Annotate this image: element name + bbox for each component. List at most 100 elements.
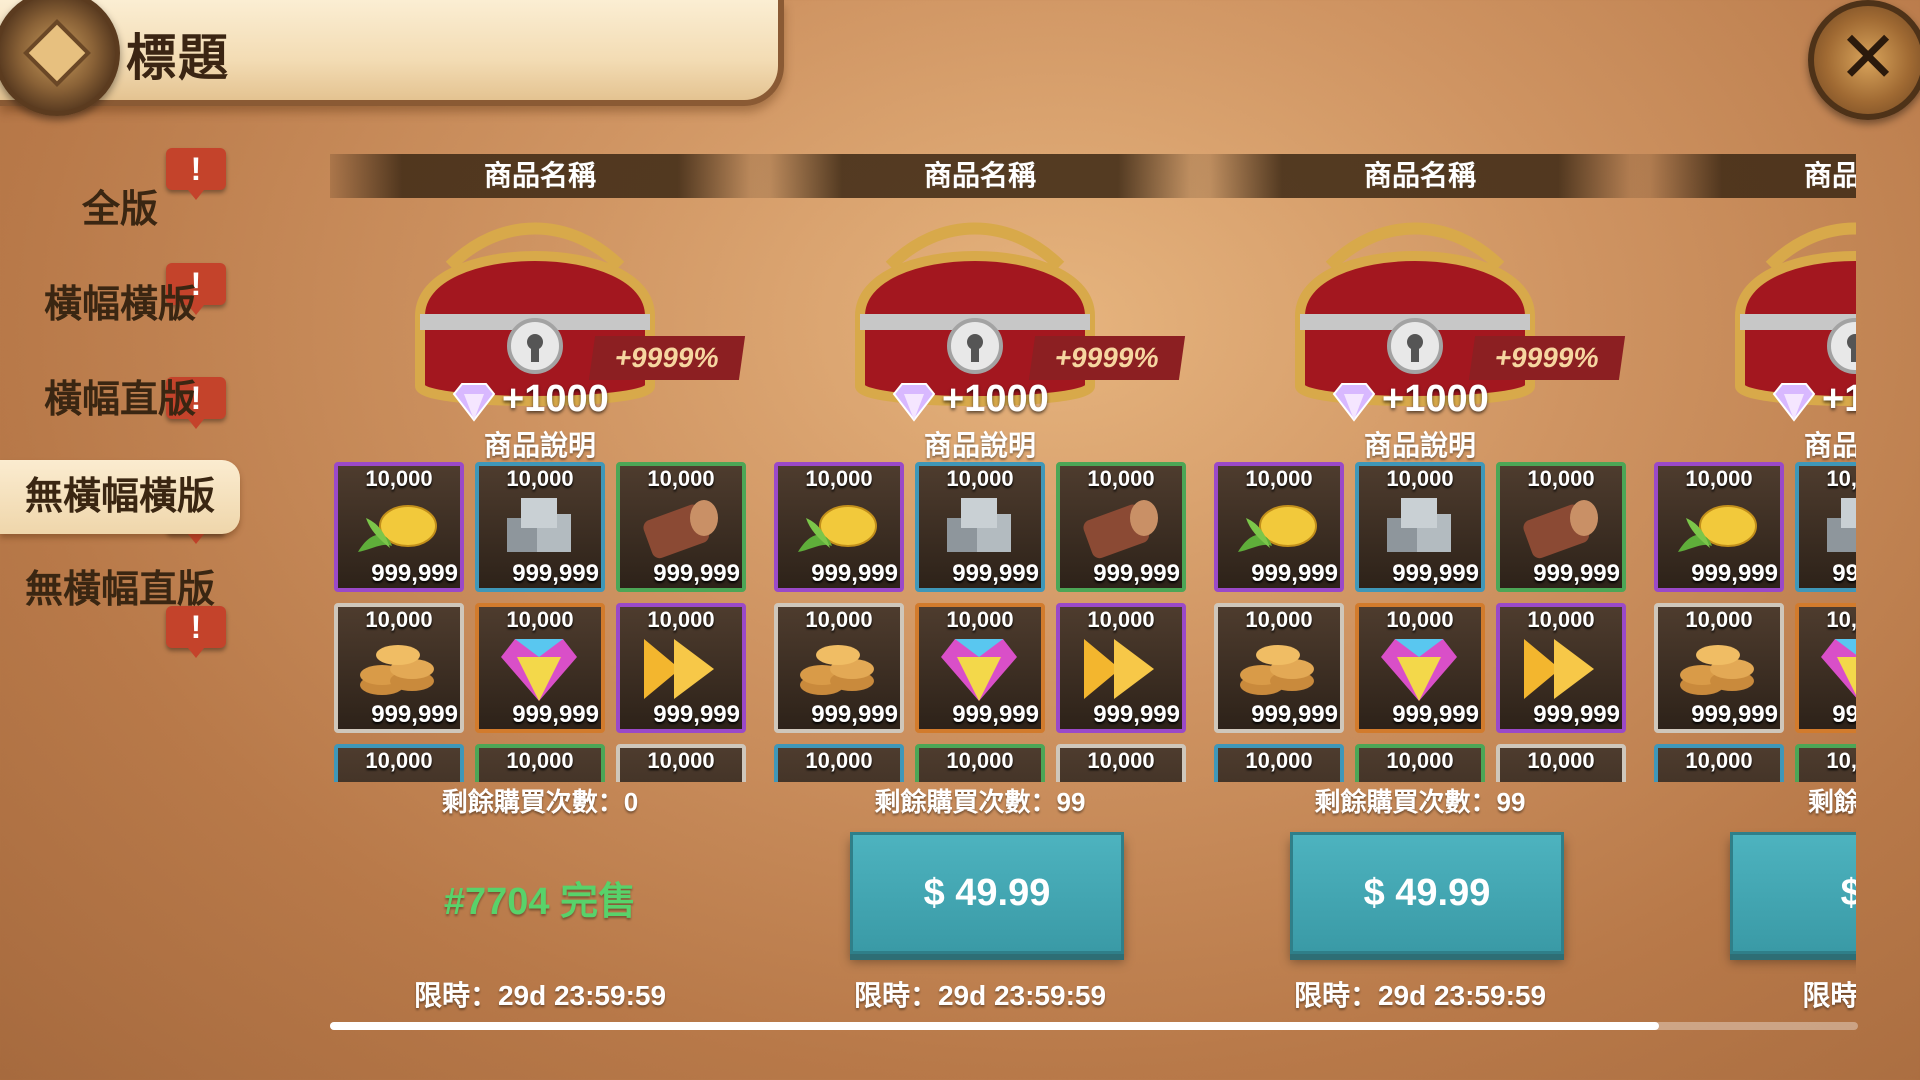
horizontal-scrollbar[interactable] bbox=[330, 1022, 1858, 1030]
item-icon bbox=[1074, 770, 1166, 782]
buy-button[interactable]: $ 49.99 bbox=[1290, 832, 1564, 954]
shop-card-list[interactable]: 商品名稱 +9999% +1000 商品說明 10,000 999,999 10,000 99… bbox=[330, 150, 1856, 1020]
reward-item[interactable]: 10,000999,999 bbox=[1795, 462, 1856, 592]
item-icon bbox=[1514, 770, 1606, 782]
reward-item[interactable]: 10,000 bbox=[774, 744, 904, 782]
title-banner: 標題 bbox=[0, 0, 784, 116]
reward-item[interactable]: 10,000999,999 bbox=[1214, 462, 1344, 592]
corn-icon bbox=[1238, 505, 1317, 552]
item-grid[interactable]: 10,000999,99910,000999,99910,000999,9991… bbox=[1654, 462, 1856, 782]
reward-item[interactable]: 10,000999,999 bbox=[475, 603, 605, 733]
shop-card: 商品名稱 +9999% +1000 商品說明 10,000 999,999 10,000 99… bbox=[1190, 150, 1650, 1011]
item-total: 999,999 bbox=[371, 560, 458, 587]
coins-icon bbox=[1680, 645, 1754, 695]
gem-count-value: +1000 bbox=[942, 378, 1049, 420]
item-total: 999,999 bbox=[811, 560, 898, 587]
rainbow-gem-icon bbox=[1381, 639, 1457, 701]
bonus-badge: +9999% bbox=[588, 336, 746, 380]
item-total: 999,999 bbox=[1691, 701, 1778, 728]
sold-out-label: #7704 完售 bbox=[443, 881, 637, 923]
item-icon bbox=[792, 770, 884, 782]
reward-item[interactable]: 10,000999,999 bbox=[1795, 603, 1856, 733]
reward-item[interactable]: 10,000999,999 bbox=[1496, 603, 1626, 733]
reward-item[interactable]: 10,000 bbox=[475, 744, 605, 782]
reward-item[interactable]: 10,000 bbox=[1654, 744, 1784, 782]
coins-icon bbox=[800, 645, 874, 695]
coins-icon bbox=[1240, 645, 1314, 695]
corn-icon bbox=[358, 505, 437, 552]
rainbow-gem-icon bbox=[501, 639, 577, 701]
item-total: 999,999 bbox=[1832, 701, 1856, 728]
reward-item[interactable]: 10,000 bbox=[1214, 744, 1344, 782]
reward-item[interactable]: 10,000 bbox=[1355, 744, 1485, 782]
sidebar-tab-1[interactable]: 橫幅橫版 bbox=[0, 270, 240, 340]
reward-item[interactable]: 10,000999,999 bbox=[1654, 462, 1784, 592]
reward-item[interactable]: 10,000999,999 bbox=[1056, 603, 1186, 733]
wood-icon bbox=[643, 500, 718, 559]
item-total: 999,999 bbox=[512, 560, 599, 587]
rainbow-gem-icon bbox=[1821, 639, 1856, 698]
remaining-purchases: 剩餘購買 bbox=[1807, 787, 1856, 817]
reward-item[interactable]: 10,000999,999 bbox=[915, 603, 1045, 733]
item-icon bbox=[1373, 770, 1465, 782]
reward-item[interactable]: 10,000 bbox=[915, 744, 1045, 782]
reward-item[interactable]: 10,000 bbox=[1496, 744, 1626, 782]
sidebar-tab-4[interactable]: 無橫幅直版 bbox=[0, 555, 240, 625]
sidebar-tab-3[interactable]: 無橫幅橫版 bbox=[0, 460, 240, 534]
reward-item[interactable]: 10,000999,999 bbox=[1355, 603, 1485, 733]
stone-icon bbox=[1387, 498, 1451, 552]
corn-icon bbox=[798, 505, 877, 552]
reward-item[interactable]: 10,000999,999 bbox=[915, 462, 1045, 592]
item-total: 999,999 bbox=[1392, 701, 1479, 728]
rainbow-gem-icon bbox=[941, 639, 1017, 701]
reward-item[interactable]: 10,000999,999 bbox=[774, 603, 904, 733]
scrollbar-thumb[interactable] bbox=[330, 1022, 1660, 1030]
product-name: 商品名稱 bbox=[1190, 154, 1650, 198]
reward-item[interactable]: 10,000 bbox=[616, 744, 746, 782]
item-total: 999,999 bbox=[811, 701, 898, 728]
reward-item[interactable]: 10,000999,999 bbox=[334, 462, 464, 592]
buy-button[interactable]: $ 4 bbox=[1730, 832, 1856, 954]
stone-icon bbox=[1827, 498, 1856, 552]
item-grid[interactable]: 10,000999,99910,000999,99910,000999,9991… bbox=[334, 462, 754, 782]
item-icon bbox=[1672, 770, 1764, 782]
gem-count: +1000 bbox=[1332, 378, 1489, 421]
reward-item[interactable]: 10,000999,999 bbox=[616, 462, 746, 592]
item-icon bbox=[1232, 770, 1324, 782]
reward-item[interactable]: 10,000 bbox=[1056, 744, 1186, 782]
item-grid[interactable]: 10,000999,99910,000999,99910,000999,9991… bbox=[774, 462, 1194, 782]
bonus-badge: +9999% bbox=[1028, 336, 1186, 380]
item-icon bbox=[493, 770, 585, 782]
bonus-badge: +9999% bbox=[1468, 336, 1626, 380]
reward-item[interactable]: 10,000999,999 bbox=[334, 603, 464, 733]
reward-item[interactable]: 10,000999,999 bbox=[475, 462, 605, 592]
item-total: 999,999 bbox=[1832, 560, 1856, 587]
reward-item[interactable]: 10,000999,999 bbox=[1355, 462, 1485, 592]
time-limit: 限時：29d 23:59:59 bbox=[853, 980, 1107, 1011]
reward-item[interactable]: 10,000999,999 bbox=[1654, 603, 1784, 733]
item-total: 999,999 bbox=[1691, 560, 1778, 587]
shop-card: 商品名稱 +9999% +1000 商品說明 10,000 999,999 10,000 99… bbox=[750, 150, 1210, 1011]
item-total: 999,999 bbox=[1392, 560, 1479, 587]
reward-item[interactable]: 10,000 bbox=[334, 744, 464, 782]
close-button[interactable]: ✕ bbox=[1808, 0, 1920, 120]
gem-count-value: +1000 bbox=[502, 378, 609, 420]
reward-item[interactable]: 10,000999,999 bbox=[1214, 603, 1344, 733]
stone-icon bbox=[507, 498, 571, 552]
product-description: 商品說明 bbox=[923, 430, 1036, 461]
item-total: 999,999 bbox=[1251, 560, 1338, 587]
remaining-purchases: 剩餘購買次數：99 bbox=[874, 787, 1086, 817]
speedup-icon bbox=[1524, 639, 1594, 699]
remaining-purchases: 剩餘購買次數：99 bbox=[1314, 787, 1526, 817]
reward-item[interactable]: 10,000 bbox=[1795, 744, 1856, 782]
reward-item[interactable]: 10,000999,999 bbox=[1496, 462, 1626, 592]
sidebar-tab-0[interactable]: 全版 bbox=[0, 175, 240, 245]
reward-item[interactable]: 10,000999,999 bbox=[1056, 462, 1186, 592]
reward-item[interactable]: 10,000999,999 bbox=[616, 603, 746, 733]
sidebar-tab-2[interactable]: 橫幅直版 bbox=[0, 365, 240, 435]
reward-item[interactable]: 10,000999,999 bbox=[774, 462, 904, 592]
item-grid[interactable]: 10,000999,99910,000999,99910,000999,9991… bbox=[1214, 462, 1634, 782]
buy-button[interactable]: $ 49.99 bbox=[850, 832, 1124, 954]
speedup-icon bbox=[1084, 639, 1154, 699]
item-icon bbox=[1813, 770, 1856, 782]
